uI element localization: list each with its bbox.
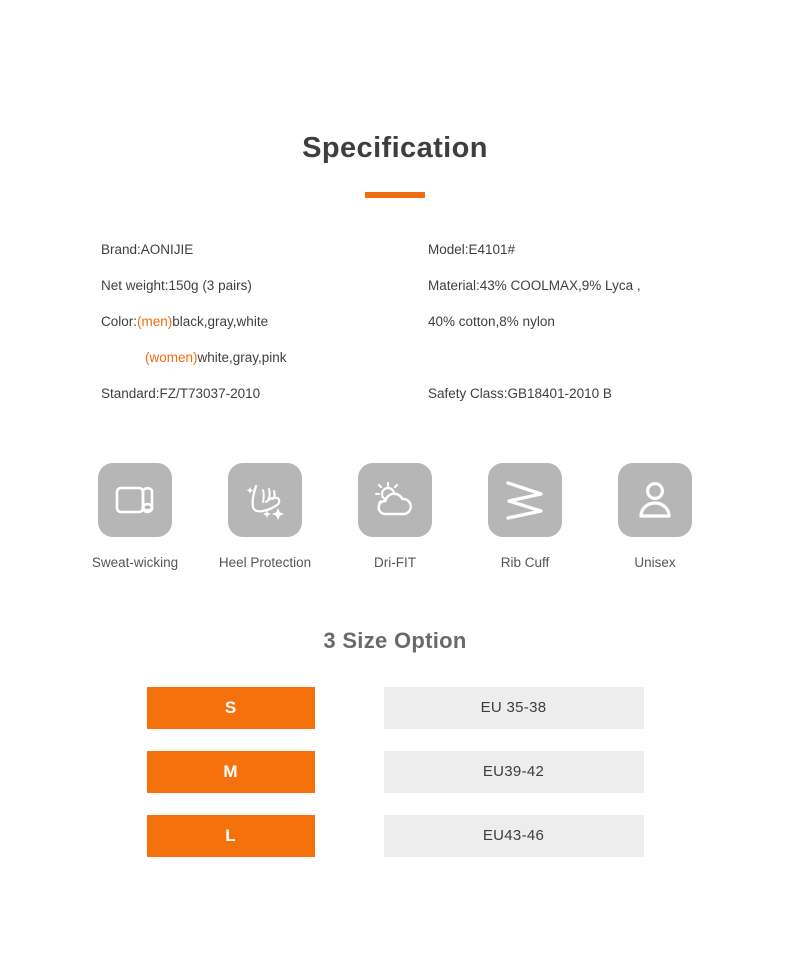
spec-net-weight: Net weight:150g (3 pairs) — [101, 277, 252, 293]
spec-spacer — [428, 340, 641, 376]
spec-color-men: Color:(men)black,gray,white — [101, 304, 287, 340]
feature-heel-protection: Heel Protection — [219, 462, 311, 570]
size-label-m[interactable]: M — [146, 750, 315, 793]
spec-material: Material:43% COOLMAX,9% Lyca , — [428, 277, 641, 293]
feature-tile — [488, 462, 562, 537]
spec-material-cont: 40% cotton,8% nylon — [428, 313, 555, 329]
foot-sparkle-icon — [246, 484, 284, 520]
size-label-s[interactable]: S — [146, 686, 315, 729]
feature-tile — [618, 462, 692, 537]
size-label-l[interactable]: L — [146, 814, 315, 857]
table-row: S EU 35-38 — [146, 686, 644, 729]
feature-label: Heel Protection — [218, 554, 312, 570]
spec-color-men-tag: (men) — [137, 313, 173, 329]
spec-color-label: Color: — [101, 313, 138, 329]
spec-color-women-value: white,gray,pink — [197, 349, 287, 365]
table-row: L EU43-46 — [146, 814, 644, 857]
size-value-s: EU 35-38 — [383, 686, 644, 729]
feature-label: Sweat-wicking — [91, 554, 179, 570]
feature-tile — [358, 462, 432, 537]
page-title: Specification — [302, 132, 488, 164]
spec-color-men-value: black,gray,white — [172, 313, 269, 329]
spec-standard: Standard:FZ/T73037-2010 — [101, 385, 261, 401]
sun-cloud-icon — [375, 481, 412, 516]
spec-safety-class: Safety Class:GB18401-2010 B — [428, 385, 612, 401]
feature-tile — [228, 462, 302, 537]
feature-label: Dri-FIT — [374, 554, 416, 570]
zigzag-icon — [506, 481, 543, 520]
feature-label: Rib Cuff — [500, 554, 550, 570]
spec-color-women-tag: (women) — [145, 349, 198, 365]
feature-unisex: Unisex — [618, 462, 692, 570]
table-row: M EU39-42 — [146, 750, 644, 793]
spec-column-right: Model:E4101# Material:43% COOLMAX,9% Lyc… — [428, 232, 641, 412]
person-icon — [639, 481, 671, 518]
feature-label: Unisex — [634, 554, 676, 570]
size-option-table: S EU 35-38 M EU39-42 L EU43-46 — [0, 686, 790, 857]
specification-header: Specification — [0, 0, 790, 198]
fabric-roll-icon — [115, 486, 154, 514]
feature-tile — [98, 462, 172, 537]
spec-model: Model:E4101# — [428, 241, 516, 257]
title-accent-bar — [365, 191, 425, 198]
feature-dri-fit: Dri-FIT — [358, 462, 432, 570]
spec-brand: Brand:AONIJIE — [101, 241, 194, 257]
feature-rib-cuff: Rib Cuff — [488, 462, 562, 570]
size-section-title: 3 Size Option — [323, 627, 467, 653]
specification-details: Brand:AONIJIE Net weight:150g (3 pairs) … — [0, 232, 790, 407]
spec-color-women: (women)white,gray,pink — [101, 340, 287, 376]
size-value-l: EU43-46 — [383, 814, 644, 857]
feature-sweat-wicking: Sweat-wicking — [92, 462, 178, 570]
spec-column-left: Brand:AONIJIE Net weight:150g (3 pairs) … — [101, 232, 287, 412]
size-value-m: EU39-42 — [383, 750, 644, 793]
feature-icon-row: Sweat-wicking Heel Protection Dri-FIT Ri… — [0, 462, 790, 570]
